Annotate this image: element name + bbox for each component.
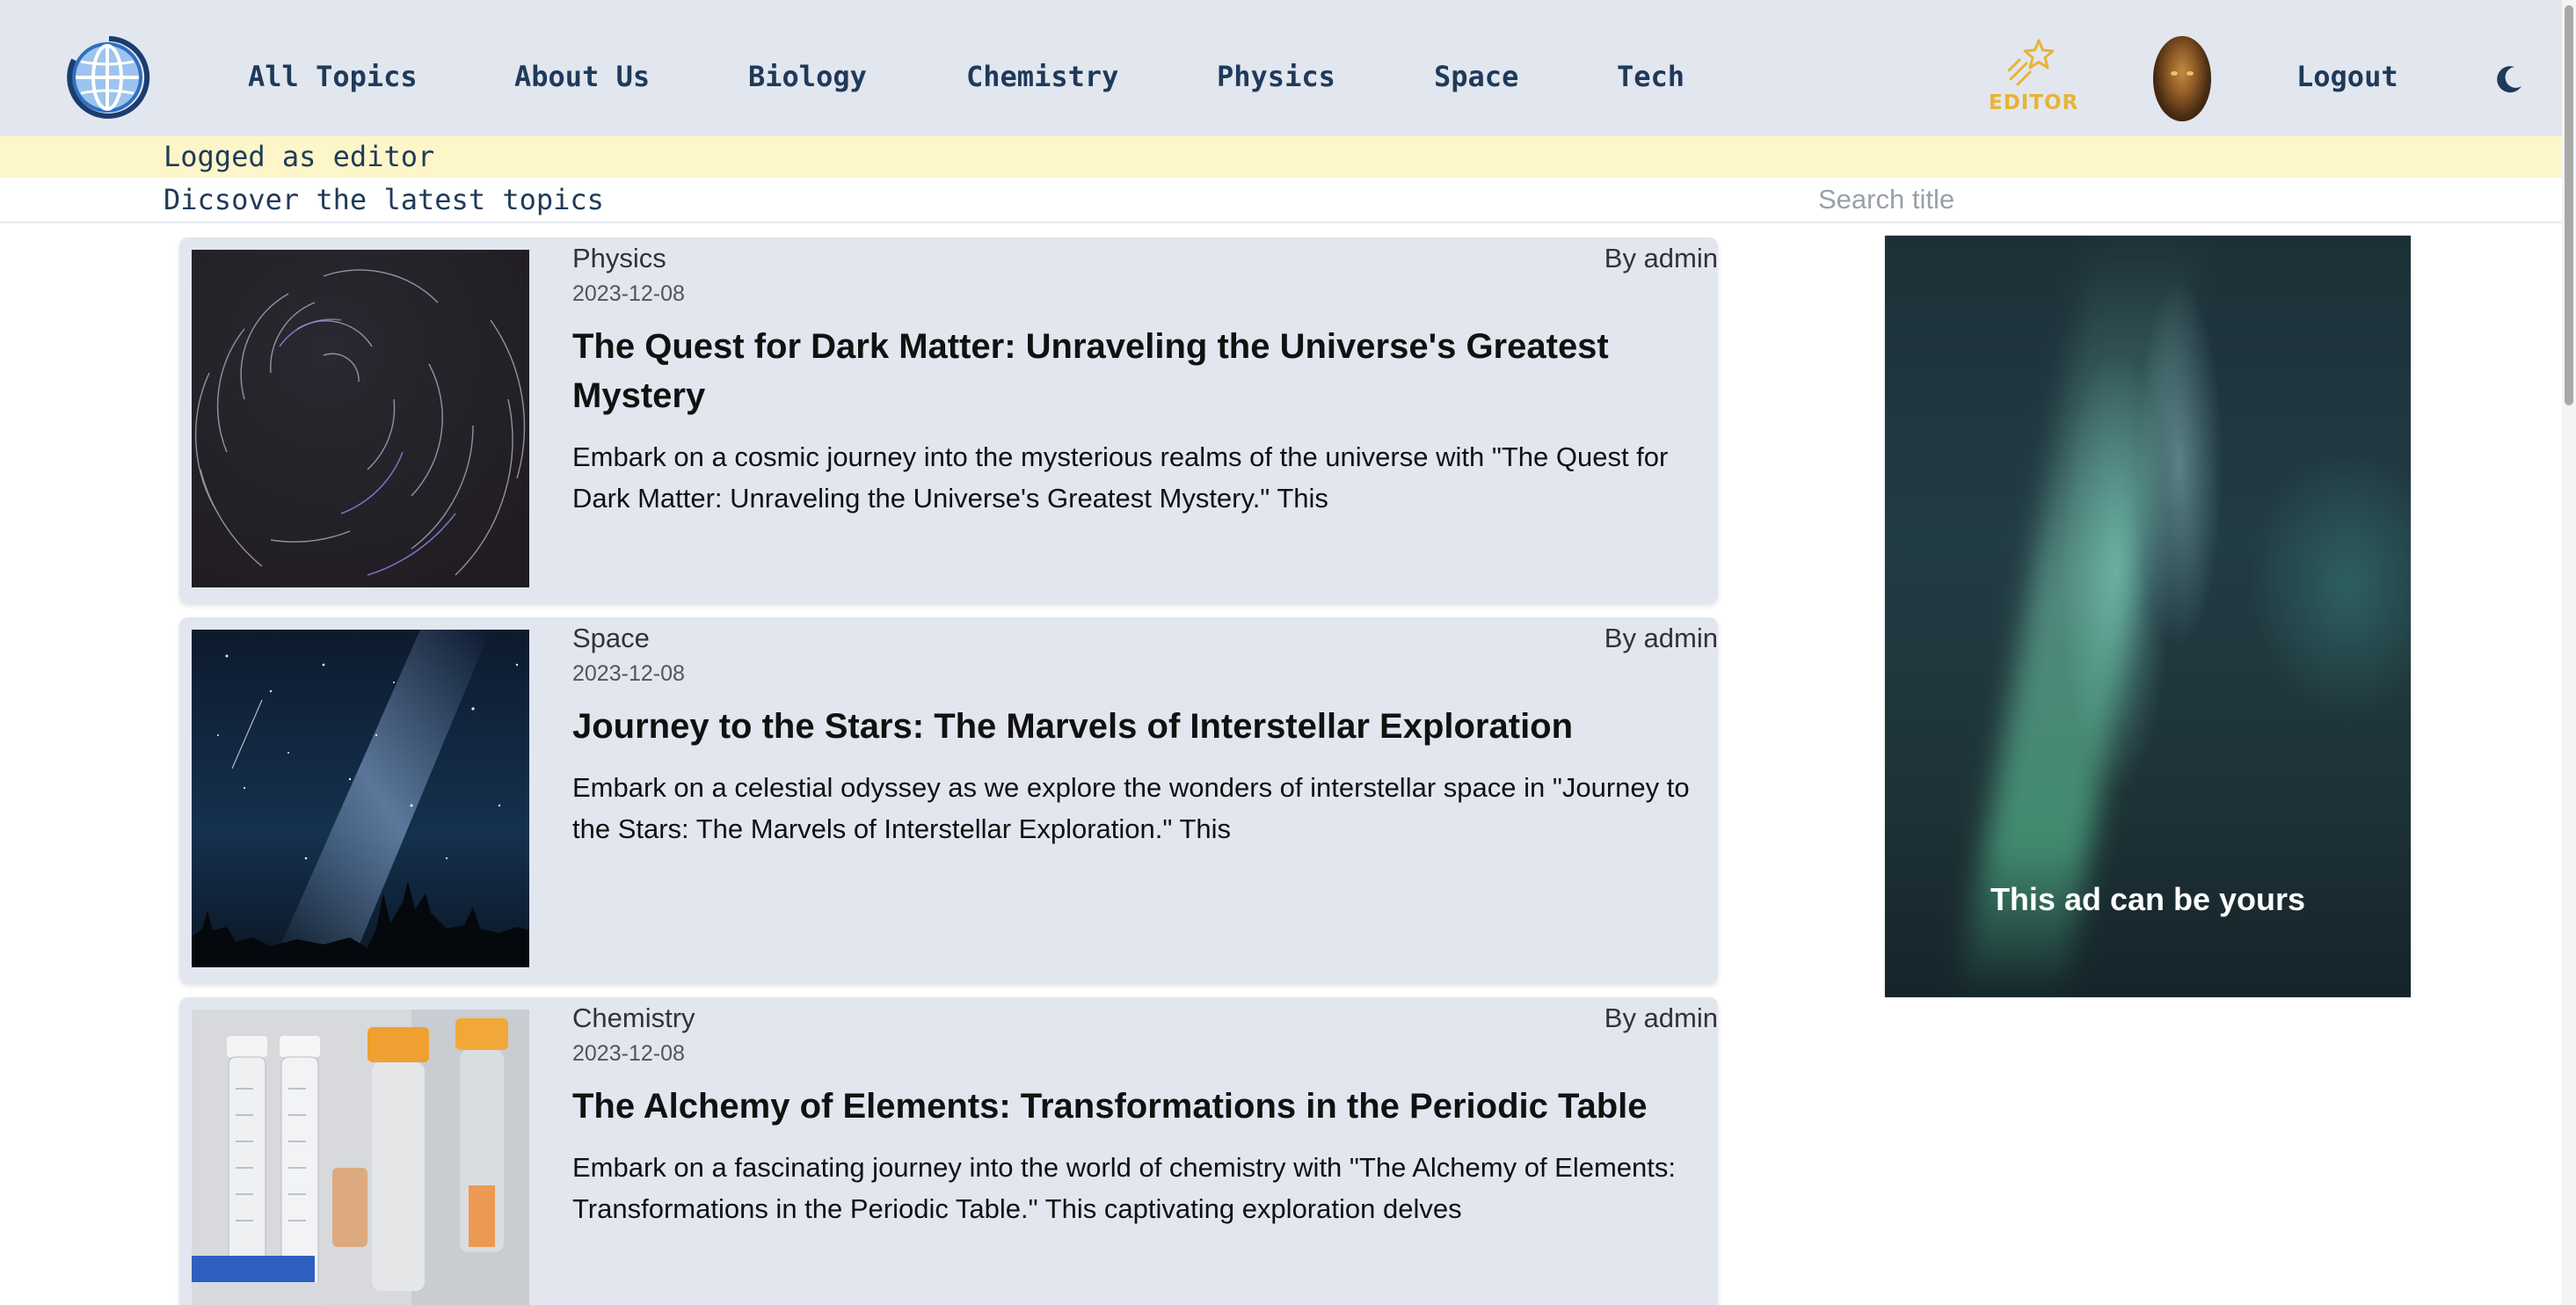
article-category[interactable]: Chemistry xyxy=(572,1002,695,1034)
editor-status-bar: Logged as editor xyxy=(0,136,2576,178)
article-thumbnail[interactable] xyxy=(192,630,529,967)
article-date: 2023-12-08 xyxy=(572,661,685,686)
tagline: Dicsover the latest topics xyxy=(164,183,604,216)
subheader: Dicsover the latest topics xyxy=(0,178,2576,223)
article-title[interactable]: The Quest for Dark Matter: Unraveling th… xyxy=(572,322,1698,420)
logout-button[interactable]: Logout xyxy=(2296,60,2398,93)
nav-physics[interactable]: Physics xyxy=(1217,60,1335,93)
nav-all-topics[interactable]: All Topics xyxy=(248,60,418,93)
nav-biology[interactable]: Biology xyxy=(748,60,867,93)
top-navbar: All Topics About Us Biology Chemistry Ph… xyxy=(0,0,2576,136)
stars-icon xyxy=(2007,39,2055,86)
article-date: 2023-12-08 xyxy=(572,1041,685,1066)
search-input[interactable] xyxy=(1818,180,2521,219)
article-card[interactable]: Space By admin 2023-12-08 Journey to the… xyxy=(179,617,1718,983)
avatar[interactable] xyxy=(2153,36,2211,121)
avatar-eye xyxy=(2171,71,2178,76)
article-excerpt: Embark on a fascinating journey into the… xyxy=(572,1152,1677,1224)
article-date: 2023-12-08 xyxy=(572,281,685,306)
article-thumbnail[interactable] xyxy=(192,250,529,587)
nav-about-us[interactable]: About Us xyxy=(514,60,650,93)
article-title[interactable]: Journey to the Stars: The Marvels of Int… xyxy=(572,702,1698,751)
nav-space[interactable]: Space xyxy=(1434,60,1518,93)
article-thumbnail[interactable] xyxy=(192,1010,529,1305)
avatar-eye xyxy=(2187,71,2194,76)
editor-label: EDITOR xyxy=(1989,91,2079,114)
article-author: By admin xyxy=(1604,623,1718,653)
ad-banner[interactable]: This ad can be yours xyxy=(1885,236,2411,997)
nav-chemistry[interactable]: Chemistry xyxy=(966,60,1118,93)
article-card[interactable]: Chemistry By admin 2023-12-08 The Alchem… xyxy=(179,997,1718,1305)
globe-logo-icon[interactable] xyxy=(63,33,151,121)
article-category[interactable]: Physics xyxy=(572,243,666,274)
moon-icon[interactable] xyxy=(2493,63,2525,95)
milky-way-image xyxy=(192,630,529,967)
article-author: By admin xyxy=(1604,1002,1718,1033)
article-category[interactable]: Space xyxy=(572,623,650,654)
nav-tech[interactable]: Tech xyxy=(1617,60,1685,93)
article-author: By admin xyxy=(1604,243,1718,273)
star-trails-image xyxy=(192,250,529,587)
article-excerpt: Embark on a celestial odyssey as we expl… xyxy=(572,772,1690,844)
article-card[interactable]: Physics By admin 2023-12-08 The Quest fo… xyxy=(179,237,1718,603)
scrollbar-thumb[interactable] xyxy=(2565,5,2573,405)
editor-status-text: Logged as editor xyxy=(164,140,435,173)
article-excerpt: Embark on a cosmic journey into the myst… xyxy=(572,441,1669,514)
editor-badge[interactable]: EDITOR xyxy=(1989,37,2079,121)
test-tubes-image xyxy=(192,1010,529,1305)
article-title[interactable]: The Alchemy of Elements: Transformations… xyxy=(572,1082,1698,1131)
ad-text: This ad can be yours xyxy=(1990,881,2306,917)
